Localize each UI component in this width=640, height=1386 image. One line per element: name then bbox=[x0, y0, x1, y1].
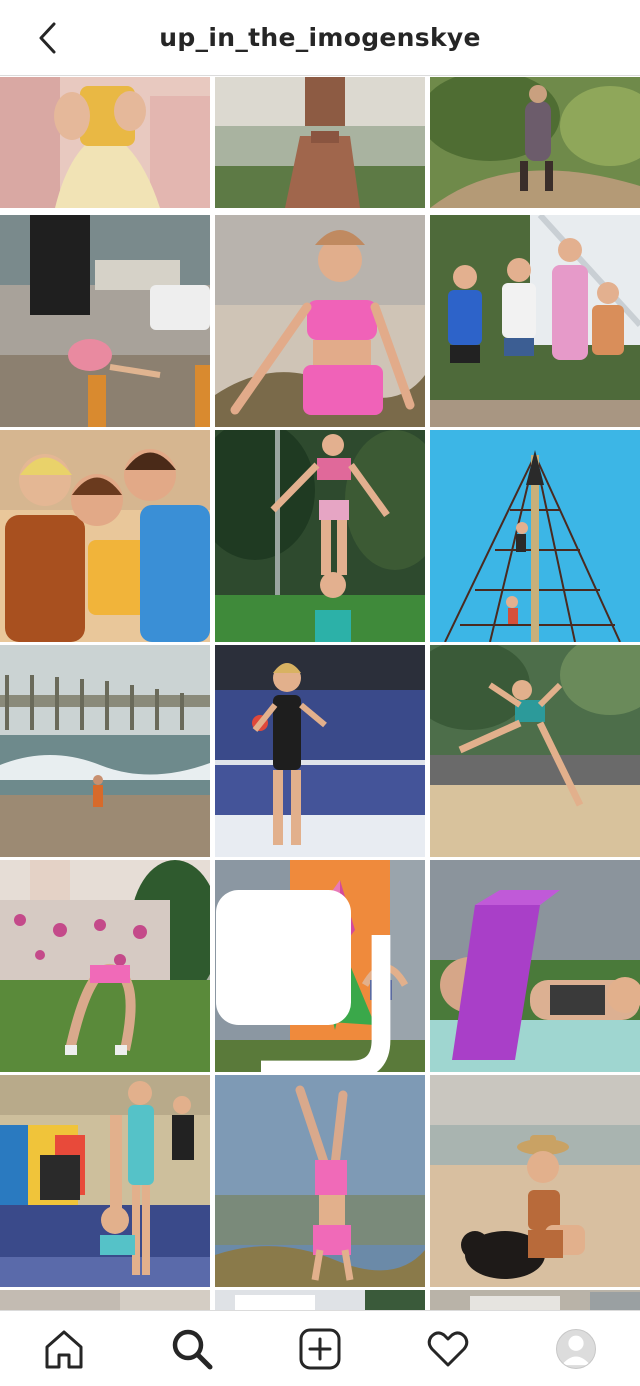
post-thumbnail bbox=[0, 215, 210, 427]
bottom-tab-bar bbox=[0, 1310, 640, 1386]
add-post-icon bbox=[299, 1328, 341, 1369]
post-thumbnail bbox=[430, 77, 640, 208]
grid-post-3[interactable] bbox=[430, 77, 640, 208]
photo-grid bbox=[0, 77, 640, 1310]
search-icon bbox=[172, 1329, 213, 1369]
grid-post-7[interactable] bbox=[0, 430, 210, 642]
heart-icon bbox=[427, 1330, 469, 1366]
grid-post-15[interactable] bbox=[430, 860, 640, 1072]
post-thumbnail bbox=[215, 645, 425, 857]
tab-search[interactable] bbox=[152, 1314, 232, 1384]
post-thumbnail bbox=[430, 430, 640, 642]
grid-post-17[interactable] bbox=[215, 1075, 425, 1287]
grid-post-18[interactable] bbox=[430, 1075, 640, 1287]
tab-home[interactable] bbox=[24, 1314, 104, 1384]
grid-post-4[interactable] bbox=[0, 215, 210, 427]
back-button[interactable] bbox=[28, 18, 68, 58]
grid-post-9[interactable] bbox=[430, 430, 640, 642]
tab-profile[interactable] bbox=[536, 1314, 616, 1384]
post-thumbnail bbox=[0, 1075, 210, 1287]
post-thumbnail bbox=[0, 1290, 210, 1310]
grid-post-11[interactable] bbox=[215, 645, 425, 857]
grid-post-5[interactable] bbox=[215, 215, 425, 427]
post-thumbnail bbox=[0, 77, 210, 208]
post-thumbnail bbox=[0, 430, 210, 642]
post-thumbnail bbox=[430, 1075, 640, 1287]
post-thumbnail bbox=[430, 215, 640, 427]
chevron-left-icon bbox=[39, 22, 56, 54]
profile-header: up_in_the_imogenskye bbox=[0, 0, 640, 76]
default-avatar-icon bbox=[561, 1335, 591, 1365]
multiple-photos-icon bbox=[216, 890, 391, 1072]
grid-post-13[interactable] bbox=[0, 860, 210, 1072]
grid-post-14[interactable] bbox=[215, 860, 425, 1072]
post-thumbnail bbox=[430, 860, 640, 1072]
tab-new-post[interactable] bbox=[280, 1314, 360, 1384]
post-thumbnail bbox=[215, 77, 425, 208]
grid-post-10[interactable] bbox=[0, 645, 210, 857]
post-thumbnail bbox=[215, 430, 425, 642]
grid-post-6[interactable] bbox=[430, 215, 640, 427]
grid-post-16[interactable] bbox=[0, 1075, 210, 1287]
post-thumbnail bbox=[215, 215, 425, 427]
tab-activity[interactable] bbox=[408, 1314, 488, 1384]
page-title: up_in_the_imogenskye bbox=[159, 23, 481, 52]
grid-post-19[interactable] bbox=[0, 1290, 210, 1310]
post-thumbnail bbox=[430, 1290, 640, 1310]
grid-post-1[interactable] bbox=[0, 77, 210, 208]
post-thumbnail bbox=[215, 1075, 425, 1287]
grid-post-21[interactable] bbox=[430, 1290, 640, 1310]
grid-post-8[interactable] bbox=[215, 430, 425, 642]
grid-post-2[interactable] bbox=[215, 77, 425, 208]
post-thumbnail bbox=[0, 860, 210, 1072]
post-thumbnail bbox=[215, 1290, 425, 1310]
grid-post-20[interactable] bbox=[215, 1290, 425, 1310]
avatar bbox=[556, 1328, 596, 1369]
home-icon bbox=[45, 1330, 83, 1368]
grid-post-12[interactable] bbox=[430, 645, 640, 857]
post-thumbnail bbox=[0, 645, 210, 857]
post-thumbnail bbox=[430, 645, 640, 857]
